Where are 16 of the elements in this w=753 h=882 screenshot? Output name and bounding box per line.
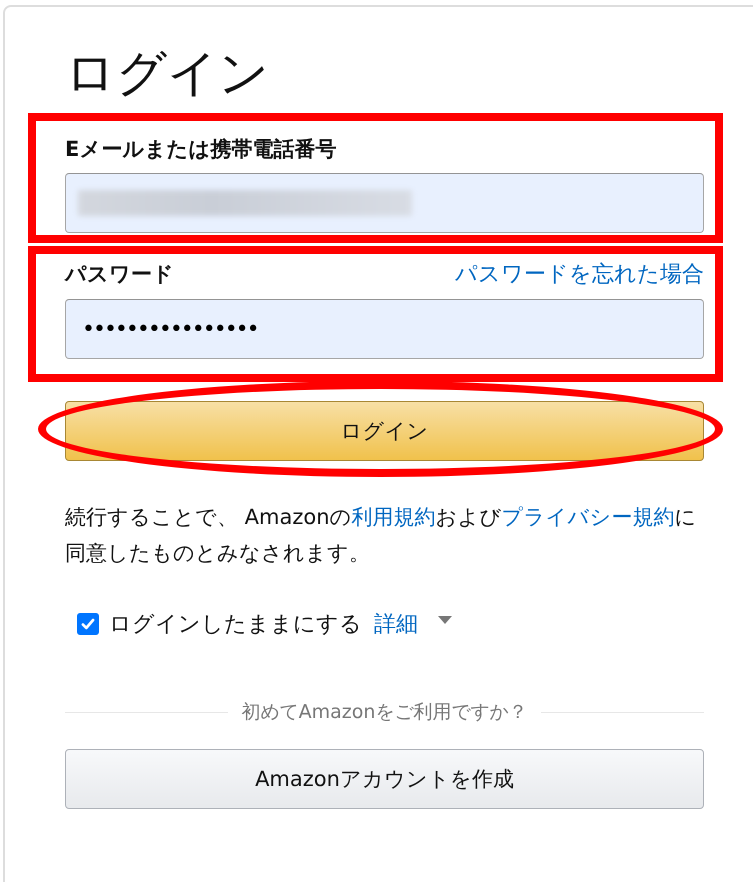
details-link[interactable]: 詳細 (374, 609, 418, 639)
page-title: ログイン (65, 44, 270, 103)
login-button[interactable]: ログイン (65, 401, 704, 461)
password-label: パスワード (65, 261, 174, 288)
forgot-password-link[interactable]: パスワードを忘れた場合 (455, 259, 704, 289)
keep-signed-in-label: ログインしたままにする (109, 611, 362, 639)
keep-signed-in-checkbox[interactable] (77, 613, 99, 635)
email-label: Eメールまたは携帯電話番号 (65, 136, 336, 163)
caret-icon[interactable] (438, 616, 452, 624)
terms-link[interactable]: 利用規約 (352, 505, 436, 529)
password-field[interactable]: •••••••••••••••• (65, 299, 704, 359)
terms-text: 続行することで、 Amazonの利用規約およびプライバシー規約に同意したものとみなされます。 (65, 504, 698, 567)
terms-link[interactable]: プライバシー規約 (502, 505, 675, 529)
create-account-button[interactable]: Amazonアカウントを作成 (65, 749, 704, 809)
email-field[interactable] (65, 173, 704, 233)
divider-text: 初めてAmazonをご利用ですか？ (242, 700, 528, 725)
